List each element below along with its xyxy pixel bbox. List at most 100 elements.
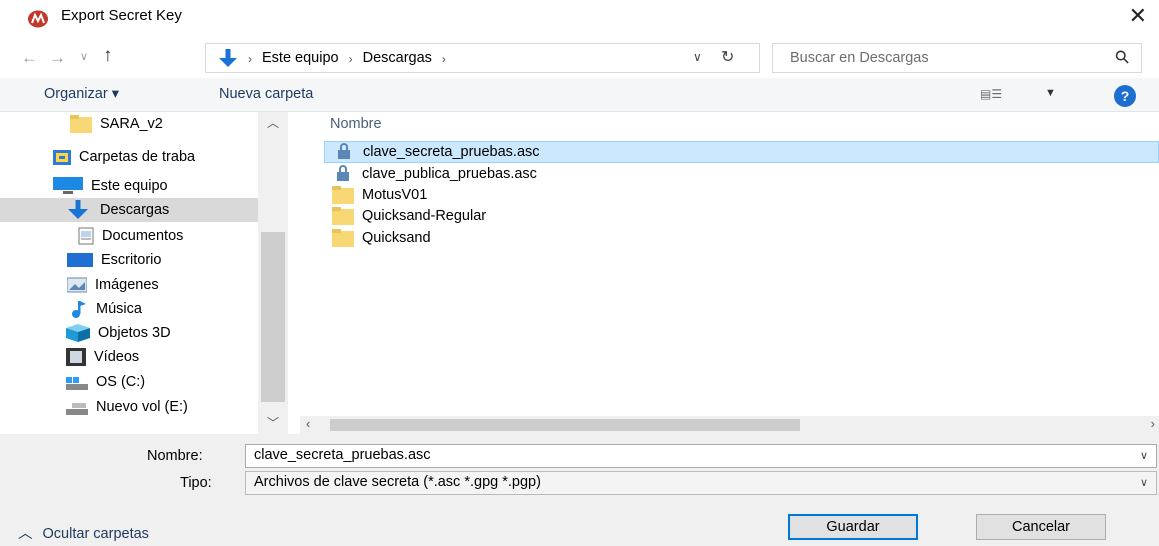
name-label: Nombre:	[147, 448, 203, 464]
search-box[interactable]: Buscar en Descargas ⚲	[772, 43, 1142, 73]
chevron-left-icon[interactable]: ‹	[306, 416, 310, 431]
sidebar-item-label: Música	[96, 301, 142, 317]
folder-icon	[332, 207, 354, 225]
chevron-down-icon[interactable]: ∨	[1140, 476, 1148, 489]
scrollbar-thumb[interactable]	[330, 419, 800, 431]
sidebar-item-sara-v2[interactable]: SARA_v2	[0, 112, 258, 136]
file-list: Nombre clave_secreta_pruebas.asc clave_p…	[300, 112, 1159, 434]
chevron-up-icon: ︿	[18, 526, 33, 542]
new-folder-button[interactable]: Nueva carpeta	[219, 86, 313, 102]
command-bar: Organizar ▾ Nueva carpeta ▤☰ ▼	[0, 78, 1159, 112]
arrow-right-icon[interactable]: →	[49, 48, 66, 68]
file-name: MotusV01	[362, 187, 428, 203]
sidebar-item-nuevo-vol-e[interactable]: Nuevo vol (E:)	[0, 395, 258, 419]
window-title: Export Secret Key	[61, 7, 182, 24]
sidebar-item-videos[interactable]: Vídeos	[0, 345, 258, 369]
key-file-icon	[337, 165, 349, 181]
search-icon[interactable]: ⚲	[1110, 45, 1134, 69]
save-button[interactable]: Guardar	[788, 514, 918, 540]
chevron-down-icon[interactable]: ∨	[693, 50, 702, 64]
drive-icon	[66, 403, 88, 415]
file-name: clave_secreta_pruebas.asc	[363, 144, 540, 160]
app-icon	[28, 10, 48, 28]
list-item[interactable]: MotusV01	[324, 184, 1159, 206]
scrollbar-thumb[interactable]	[261, 232, 285, 402]
cube-icon	[66, 324, 90, 342]
list-item[interactable]: Quicksand	[324, 227, 1159, 249]
sidebar-item-label: Nuevo vol (E:)	[96, 399, 188, 415]
sidebar-item-descargas[interactable]: Descargas	[0, 198, 258, 222]
folder-icon	[332, 229, 354, 247]
work-folders-icon	[53, 150, 71, 165]
file-type-select[interactable]: Archivos de clave secreta (*.asc *.gpg *…	[245, 471, 1157, 495]
view-options-icon[interactable]: ▤☰	[980, 87, 1002, 101]
type-label: Tipo:	[180, 475, 212, 491]
sidebar-item-label: Documentos	[102, 228, 184, 244]
download-icon	[219, 49, 237, 67]
desktop-icon	[67, 253, 93, 267]
help-icon[interactable]: ?	[1114, 85, 1136, 107]
sidebar-item-os-c[interactable]: OS (C:)	[0, 370, 258, 394]
horizontal-scrollbar[interactable]: ‹ ›	[300, 416, 1159, 434]
drive-icon	[66, 377, 88, 390]
folder-icon	[70, 115, 92, 133]
file-name: Quicksand-Regular	[362, 208, 487, 224]
file-name-input[interactable]: clave_secreta_pruebas.asc ∨	[245, 444, 1157, 468]
key-file-icon	[338, 143, 350, 159]
sidebar-item-label: OS (C:)	[96, 374, 146, 390]
chevron-down-icon[interactable]: ∨	[1140, 449, 1148, 462]
file-name-value: clave_secreta_pruebas.asc	[254, 447, 431, 463]
sidebar-item-label: Vídeos	[94, 349, 140, 365]
sidebar-item-label: Imágenes	[95, 277, 159, 293]
file-name: clave_publica_pruebas.asc	[362, 166, 537, 182]
sidebar-scrollbar[interactable]: ︿ ﹀	[258, 112, 288, 434]
breadcrumb: › Este equipo › Descargas ›	[248, 50, 446, 66]
title-bar: Export Secret Key ✕	[0, 0, 1159, 34]
list-item[interactable]: clave_publica_pruebas.asc	[324, 163, 1159, 185]
address-bar[interactable]: › Este equipo › Descargas › ∨ ↻	[205, 43, 760, 73]
chevron-down-icon[interactable]: ▼	[1045, 87, 1056, 99]
sidebar-item-label: Escritorio	[101, 252, 162, 268]
refresh-icon[interactable]: ↻	[721, 47, 734, 67]
chevron-right-icon[interactable]: ›	[442, 50, 446, 66]
navigation-pane: SARA_v2 Carpetas de traba Este equipo De…	[0, 112, 288, 434]
computer-icon	[53, 177, 83, 194]
sidebar-item-objetos-3d[interactable]: Objetos 3D	[0, 321, 258, 345]
cancel-button[interactable]: Cancelar	[976, 514, 1106, 540]
list-item[interactable]: clave_secreta_pruebas.asc	[324, 141, 1159, 163]
chevron-right-icon: ›	[348, 52, 353, 66]
arrow-left-icon[interactable]: ←	[21, 48, 38, 68]
search-input[interactable]: Buscar en Descargas	[790, 50, 929, 66]
breadcrumb-este-equipo[interactable]: Este equipo	[262, 50, 339, 66]
list-item[interactable]: Quicksand-Regular	[324, 205, 1159, 227]
sidebar-item-label: Este equipo	[91, 178, 168, 194]
breadcrumb-descargas[interactable]: Descargas	[363, 50, 432, 66]
sidebar-item-carpetas-de-trabajo[interactable]: Carpetas de traba	[0, 145, 258, 169]
sidebar-item-documentos[interactable]: Documentos	[0, 224, 258, 248]
pictures-icon	[67, 277, 87, 293]
sidebar-item-este-equipo[interactable]: Este equipo	[0, 174, 258, 198]
chevron-right-icon[interactable]: ›	[1151, 416, 1155, 431]
file-name: Quicksand	[362, 230, 431, 246]
sidebar-item-musica[interactable]: Música	[0, 297, 258, 321]
sidebar-item-label: Descargas	[100, 202, 170, 218]
sidebar-item-label: Objetos 3D	[98, 325, 171, 341]
download-icon	[68, 200, 88, 219]
column-header-nombre[interactable]: Nombre	[330, 116, 382, 132]
hide-folders-button[interactable]: ︿ Ocultar carpetas	[18, 522, 149, 543]
music-icon	[72, 301, 86, 318]
sidebar-item-label: SARA_v2	[100, 116, 163, 132]
chevron-up-icon[interactable]: ︿	[267, 114, 279, 131]
chevron-down-icon[interactable]: ﹀	[267, 414, 279, 431]
video-icon	[66, 348, 86, 366]
document-icon	[78, 227, 94, 245]
sidebar-item-escritorio[interactable]: Escritorio	[0, 248, 258, 272]
close-icon[interactable]: ✕	[1129, 4, 1147, 28]
sidebar-item-imagenes[interactable]: Imágenes	[0, 273, 258, 297]
organize-button[interactable]: Organizar ▾	[44, 86, 119, 102]
arrow-up-icon[interactable]: ↑	[103, 45, 113, 67]
sidebar-item-label: Carpetas de traba	[79, 149, 196, 165]
chevron-right-icon: ›	[248, 52, 252, 66]
chevron-down-icon[interactable]: ∨	[80, 50, 88, 63]
folder-icon	[332, 186, 354, 204]
